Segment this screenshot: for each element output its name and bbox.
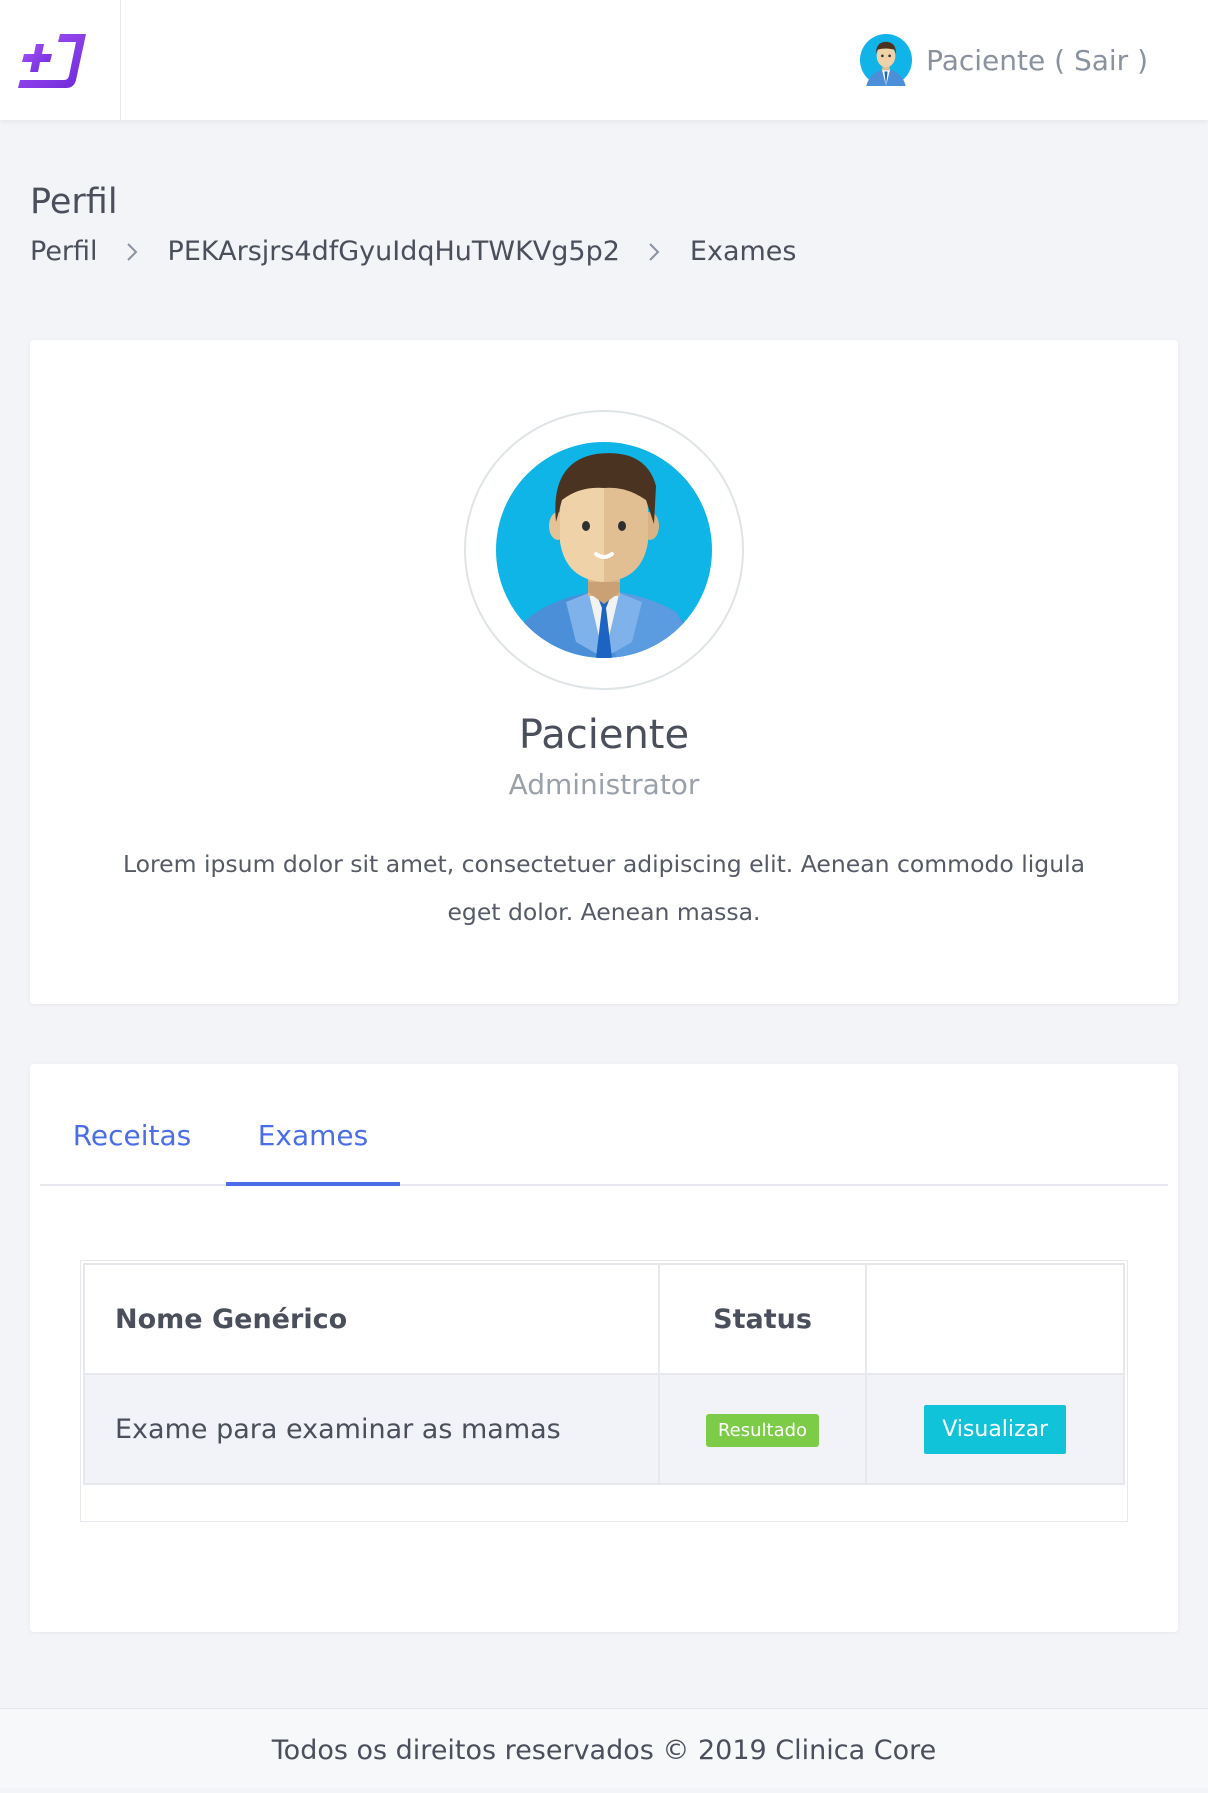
column-header-action: [865, 1263, 1125, 1375]
breadcrumb: Perfil PEKArsjrs4dfGyuIdqHuTWKVg5p2 Exam…: [30, 236, 797, 267]
view-button[interactable]: Visualizar: [924, 1404, 1067, 1454]
logo-area[interactable]: [0, 0, 121, 120]
tab-bar: Receitas Exames: [40, 1114, 1168, 1186]
breadcrumb-item-exames: Exames: [689, 236, 797, 267]
table-row: Exame para examinar as mamas Resultado V…: [83, 1373, 1125, 1485]
page-title: Perfil: [30, 182, 118, 222]
chevron-right-icon: [126, 242, 137, 261]
profile-avatar: [464, 410, 744, 690]
exams-table: Nome Genérico Status Exame para examinar…: [83, 1263, 1125, 1485]
user-logout-link[interactable]: Paciente ( Sair ): [926, 44, 1148, 77]
top-navbar: Paciente ( Sair ): [0, 0, 1208, 120]
logo-icon: [18, 34, 86, 88]
status-badge: Resultado: [705, 1413, 820, 1447]
records-card: Receitas Exames Nome Genérico Status Exa…: [30, 1064, 1178, 1632]
profile-role: Administrator: [508, 768, 700, 801]
tab-exames[interactable]: Exames: [226, 1114, 400, 1186]
column-header-status: Status: [657, 1263, 868, 1375]
tab-receitas[interactable]: Receitas: [62, 1114, 202, 1186]
column-header-name: Nome Genérico: [83, 1263, 660, 1375]
breadcrumb-item-id[interactable]: PEKArsjrs4dfGyuIdqHuTWKVg5p2: [168, 236, 620, 267]
profile-name: Paciente: [518, 712, 690, 758]
exams-table-container: Nome Genérico Status Exame para examinar…: [80, 1260, 1128, 1522]
profile-card: Paciente Administrator Lorem ipsum dolor…: [30, 340, 1178, 1004]
profile-bio: Lorem ipsum dolor sit amet, consectetuer…: [122, 850, 1086, 926]
breadcrumb-item-perfil[interactable]: Perfil: [30, 236, 98, 267]
exam-action-cell: Visualizar: [865, 1373, 1125, 1485]
user-menu[interactable]: Paciente ( Sair ): [860, 30, 1148, 90]
table-header-row: Nome Genérico Status: [83, 1263, 1125, 1375]
exam-status-cell: Resultado: [657, 1373, 868, 1485]
chevron-right-icon: [649, 242, 660, 261]
footer: Todos os direitos reservados © 2019 Clin…: [0, 1708, 1208, 1788]
exam-name-cell: Exame para examinar as mamas: [83, 1373, 660, 1485]
user-avatar-icon: [860, 34, 913, 86]
user-avatar-icon: [496, 442, 712, 658]
